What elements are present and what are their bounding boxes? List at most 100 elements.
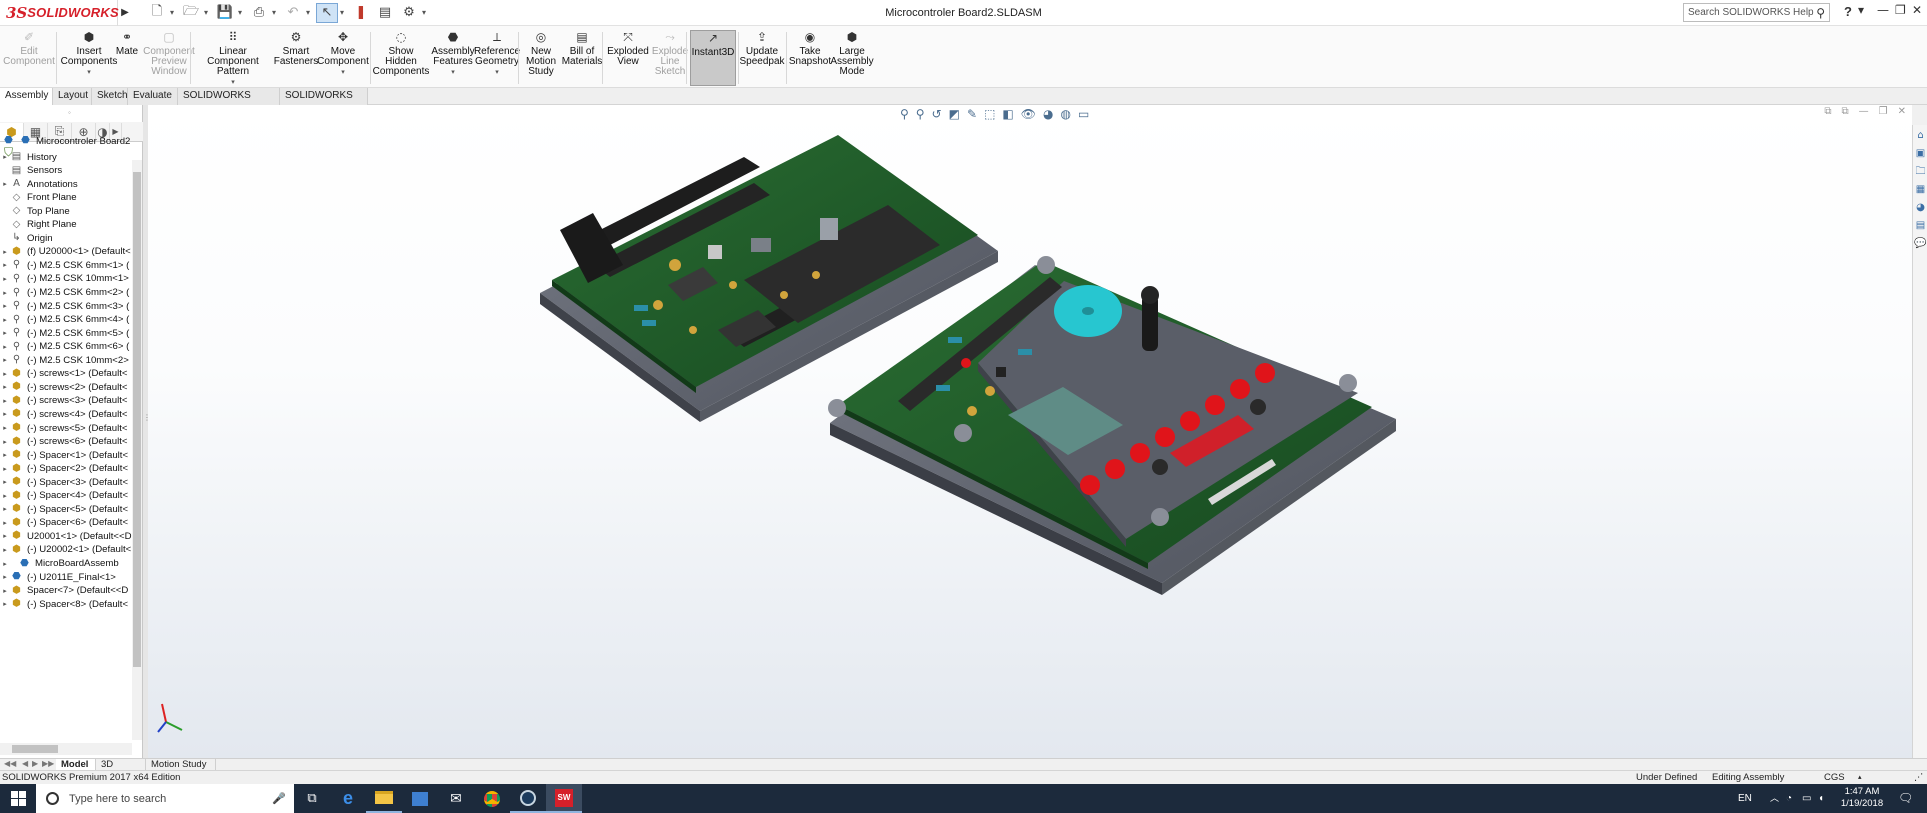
- last-tab-icon[interactable]: ▶▶: [42, 759, 54, 768]
- search-icon[interactable]: ⚲: [1816, 6, 1825, 20]
- open-folder-icon[interactable]: 🗁: [180, 3, 202, 23]
- save-icon[interactable]: 💾: [214, 3, 236, 23]
- expand-arrow-icon[interactable]: ▸: [0, 573, 10, 581]
- panel-grip-icon[interactable]: ◦: [68, 108, 71, 117]
- help-dropdown-icon[interactable]: ▾: [1858, 3, 1864, 17]
- new-dropdown-icon[interactable]: ▾: [170, 8, 178, 17]
- prev-tab-icon[interactable]: ◀: [22, 759, 28, 768]
- zoom-to-fit-icon[interactable]: ⚲: [900, 107, 909, 121]
- design-library-icon[interactable]: ▣: [1914, 147, 1927, 161]
- microphone-icon[interactable]: 🎤: [272, 792, 286, 805]
- dropdown-arrow-icon[interactable]: ▾: [495, 68, 499, 78]
- store-icon[interactable]: [402, 784, 438, 813]
- expand-arrow-icon[interactable]: ▸: [0, 397, 10, 405]
- large-assembly-button[interactable]: ⬢ Large Assembly Mode: [830, 30, 874, 86]
- expand-arrow-icon[interactable]: ▸: [0, 492, 10, 500]
- section-view-icon[interactable]: ◩: [949, 107, 960, 121]
- expand-arrow-icon[interactable]: ▸: [0, 248, 10, 256]
- scrollbar-thumb[interactable]: [12, 745, 58, 753]
- exploded-view-button[interactable]: ⤧ Exploded View: [606, 30, 650, 86]
- tab-evaluate[interactable]: Evaluate: [128, 88, 178, 105]
- tree-vertical-scrollbar[interactable]: [132, 160, 142, 740]
- dynamic-annotation-icon[interactable]: ✎: [967, 107, 977, 121]
- dropdown-arrow-icon[interactable]: ▾: [341, 68, 345, 78]
- expand-arrow-icon[interactable]: ▸: [0, 383, 10, 391]
- undo-icon[interactable]: ↶: [282, 3, 304, 23]
- insert-components-button[interactable]: ⬢ Insert Components ▾: [61, 30, 118, 86]
- expand-arrow-icon[interactable]: ▸: [0, 478, 10, 486]
- view-settings-icon[interactable]: ▭: [1078, 107, 1089, 121]
- file-explorer-taskbar-icon[interactable]: [366, 784, 402, 813]
- hide-show-items-icon[interactable]: 👁: [1021, 107, 1036, 121]
- home-icon[interactable]: ⌂: [1914, 129, 1927, 143]
- assembly-model-render[interactable]: [148, 105, 1912, 758]
- component-preview-button[interactable]: ▢ Component Preview Window: [142, 30, 196, 86]
- system-clock[interactable]: 1:47 AM 1/19/2018: [1838, 786, 1886, 810]
- tab-solidworks-mbd[interactable]: SOLIDWORKS MBD: [280, 88, 368, 117]
- expand-arrow-icon[interactable]: ▸: [0, 275, 10, 283]
- language-indicator[interactable]: EN: [1738, 784, 1752, 813]
- tree-item[interactable]: ▸ ⬢ (-) Spacer<8> (Default<: [0, 596, 132, 612]
- print-icon[interactable]: ⎙: [248, 3, 270, 23]
- menu-expand-icon[interactable]: ▶: [118, 7, 132, 18]
- new-document-icon[interactable]: 🗋: [146, 3, 168, 23]
- next-tab-icon[interactable]: ▶: [32, 759, 38, 768]
- graphics-area[interactable]: ⚲ ⚲ ↺ ◩ ✎ ⬚ ◧ 👁 ◕ ◍ ▭ ⧉ ⧉ — ❐ ✕: [148, 105, 1912, 758]
- solidworks-logo[interactable]: 3S SOLIDWORKS: [0, 0, 119, 26]
- battery-icon[interactable]: ▭: [1802, 784, 1811, 813]
- save-dropdown-icon[interactable]: ▾: [238, 8, 246, 17]
- viewport-minimize-icon[interactable]: —: [1859, 106, 1869, 117]
- edit-component-button[interactable]: ✐ Edit Component: [3, 30, 55, 86]
- expand-arrow-icon[interactable]: ▸: [0, 316, 10, 324]
- expand-arrow-icon[interactable]: ▸: [0, 261, 10, 269]
- expand-arrow-icon[interactable]: ▸: [0, 587, 10, 595]
- expand-arrow-icon[interactable]: ▸: [0, 329, 10, 337]
- expand-arrow-icon[interactable]: ▸: [0, 424, 10, 432]
- expand-arrow-icon[interactable]: ▸: [0, 600, 10, 608]
- view-palette-icon[interactable]: ▦: [1914, 183, 1927, 197]
- tab-sketch[interactable]: Sketch: [92, 88, 128, 105]
- expand-arrow-icon[interactable]: ▸: [0, 560, 10, 568]
- status-resize-icon[interactable]: ⋰: [1914, 771, 1924, 784]
- file-properties-icon[interactable]: ▤: [374, 3, 396, 23]
- show-hidden-icons-icon[interactable]: ︿: [1770, 784, 1779, 813]
- print-dropdown-icon[interactable]: ▾: [272, 8, 280, 17]
- unit-system[interactable]: CGS: [1824, 771, 1845, 784]
- network-icon[interactable]: ◔: [1786, 784, 1792, 813]
- dropdown-arrow-icon[interactable]: ▾: [87, 68, 91, 78]
- tab-assembly[interactable]: Assembly: [0, 88, 53, 105]
- apply-scene-icon[interactable]: ◍: [1060, 107, 1070, 121]
- speedpak-button[interactable]: ⇪ Update Speedpak: [739, 30, 784, 86]
- display-style-icon[interactable]: ◧: [1002, 107, 1013, 121]
- scrollbar-thumb[interactable]: [133, 172, 141, 667]
- motion-study-button[interactable]: ◎ New Motion Study: [522, 30, 560, 86]
- expand-arrow-icon[interactable]: ▸: [0, 451, 10, 459]
- previous-view-icon[interactable]: ↺: [932, 107, 942, 121]
- mail-icon[interactable]: ✉: [438, 784, 474, 813]
- forum-icon[interactable]: 💬: [1914, 237, 1927, 251]
- show-hidden-button[interactable]: ◌ Show Hidden Components: [373, 30, 430, 86]
- edit-appearance-icon[interactable]: ◕: [1043, 107, 1053, 121]
- view-orientation-icon[interactable]: ⬚: [984, 107, 995, 121]
- expand-arrow-icon[interactable]: ▸: [0, 465, 10, 473]
- select-dropdown-icon[interactable]: ▾: [340, 8, 348, 17]
- tree-horizontal-scrollbar[interactable]: [0, 743, 132, 755]
- custom-properties-icon[interactable]: ▤: [1914, 219, 1927, 233]
- expand-arrow-icon[interactable]: ▸: [0, 546, 10, 554]
- rebuild-icon[interactable]: ❚: [350, 3, 372, 23]
- smart-fasteners-button[interactable]: ⚙ Smart Fasteners: [274, 30, 318, 86]
- expand-arrow-icon[interactable]: ▸: [0, 302, 10, 310]
- notifications-icon[interactable]: 🗨: [1898, 784, 1913, 813]
- expand-arrow-icon[interactable]: ▸: [0, 370, 10, 378]
- expand-arrow-icon[interactable]: ▸: [0, 410, 10, 418]
- start-button[interactable]: [0, 784, 36, 813]
- explode-line-button[interactable]: ⤳ Explode Line Sketch: [650, 30, 690, 86]
- tree-root[interactable]: ⬣ ⬣ Microcontroler Board2: [0, 133, 132, 149]
- viewport-maximize-icon[interactable]: ❐: [1879, 106, 1888, 117]
- expand-arrow-icon[interactable]: ▸: [0, 356, 10, 364]
- snapshot-button[interactable]: ◉ Take Snapshot: [789, 30, 831, 86]
- close-icon[interactable]: ✕: [1912, 3, 1922, 17]
- steam-icon[interactable]: [510, 784, 546, 813]
- move-component-button[interactable]: ✥ Move Component ▾: [317, 30, 369, 86]
- expand-arrow-icon[interactable]: ▸: [0, 438, 10, 446]
